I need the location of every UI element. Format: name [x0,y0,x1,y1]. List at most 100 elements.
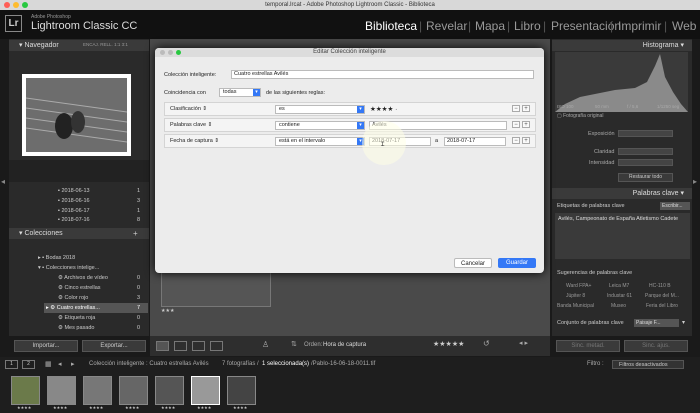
right-panel-toggle-icon[interactable]: ▸ [693,177,699,189]
export-button[interactable]: Exportar... [82,340,146,352]
cancel-button[interactable]: Cancelar [454,258,492,268]
dialog-zoom-button[interactable] [176,50,181,55]
suggested-keyword[interactable]: Museo [611,303,626,309]
quick-dev-buttons[interactable] [618,148,673,155]
collection-bodas[interactable]: ▸ ▪ Bodas 2018 [38,255,75,261]
rule-operator-select[interactable]: es ▾ [275,105,365,114]
close-window-button[interactable] [4,2,10,8]
histogram-header[interactable]: Histograma ▾ [552,40,692,51]
quick-dev-buttons[interactable] [618,130,673,137]
original-photo-checkbox[interactable]: ▢ Fotografía original [557,113,603,119]
suggested-keyword[interactable]: Industar 61 [607,293,632,299]
dialog-close-button[interactable] [160,50,165,55]
nav-arrows-icon[interactable]: ◂ ▸ [519,339,528,347]
page-1-button[interactable]: 1 [5,360,18,369]
source-label[interactable]: Colección inteligente : Cuatro estrellas… [89,361,209,367]
rule-date-end-input[interactable]: 2018-07-17 [444,137,506,146]
rule-field[interactable]: Fecha de captura ⇕ [170,138,219,144]
filmstrip-thumbnail[interactable] [83,376,112,405]
left-panel-toggle-icon[interactable]: ◂ [1,177,7,189]
suggested-keyword[interactable]: Parque del M... [645,293,679,299]
keywording-header[interactable]: Palabras clave ▾ [552,188,692,199]
suggested-keyword[interactable]: Banda Municipal [557,303,594,309]
minimize-window-button[interactable] [13,2,19,8]
module-libro[interactable]: Libro [514,19,541,33]
folder-item[interactable]: ▪ 2018-07-16 [58,217,90,223]
painter-icon[interactable]: ♙ [262,340,269,349]
forward-arrow-icon[interactable]: ▸ [71,360,75,368]
page-2-button[interactable]: 2 [22,360,35,369]
collections-header[interactable]: ▾ Colecciones [9,228,149,239]
suggested-keyword[interactable]: HC-110 B [649,283,671,289]
navigator-header[interactable]: ▾ Navegador [9,40,149,51]
collection-item[interactable]: ⚙ Mes pasado [58,325,94,331]
module-mapa[interactable]: Mapa [475,19,505,33]
filmstrip-thumbnail-selected[interactable] [191,376,220,405]
add-rule-button[interactable]: + [522,121,530,128]
dialog-minimize-button[interactable] [168,50,173,55]
sync-settings-button[interactable]: Sinc. ajus. [624,340,688,352]
grid-view-icon[interactable] [156,341,169,351]
filmstrip-thumbnail[interactable] [155,376,184,405]
reset-all-button[interactable]: Restaurar todo [618,173,673,182]
suggested-keyword[interactable]: Ward FPA+ [566,283,591,289]
filmstrip-thumbnail[interactable] [119,376,148,405]
module-imprimir[interactable]: Imprimir [618,19,661,33]
sort-direction-icon[interactable]: ⇅ [291,340,297,348]
collection-name-input[interactable]: Cuatro estrellas Avilés [231,70,534,79]
rule-operator-select[interactable]: contiene ▾ [275,121,365,130]
rule-operator-select[interactable]: está en el intervalo ▾ [275,137,365,146]
folder-item[interactable]: ▪ 2018-06-13 [58,188,90,194]
compare-view-icon[interactable] [192,341,205,351]
save-button[interactable]: Guardar [498,258,536,268]
remove-rule-button[interactable]: − [512,137,520,144]
folder-item[interactable]: ▪ 2018-06-17 [58,208,90,214]
collection-item[interactable]: ⚙ Color rojo [58,295,88,301]
collection-smart-group[interactable]: ▾ ▪ Colecciones intelige... [38,265,99,271]
collection-item[interactable]: ⚙ Archivos de vídeo [58,275,108,281]
add-rule-button[interactable]: + [522,137,530,144]
focal-value: 50 mm [595,104,609,109]
match-mode-select[interactable]: todas ▾ [219,88,261,97]
rotate-icon[interactable]: ↺ [483,339,490,348]
filter-select[interactable]: Filtros desactivados [612,360,684,369]
zoom-window-button[interactable] [22,2,28,8]
sort-select[interactable]: Hora de captura [323,342,366,348]
back-arrow-icon[interactable]: ◂ [58,360,62,368]
rating-stars[interactable]: ★★★★★ [433,340,464,348]
grid-thumbnail[interactable] [161,271,271,307]
rule-rating-value[interactable]: ★★★★ · [370,105,397,113]
filmstrip-stars: ★★★★ [17,405,32,410]
survey-view-icon[interactable] [210,341,223,351]
remove-rule-button[interactable]: − [512,121,520,128]
quick-dev-buttons[interactable] [618,159,673,166]
filmstrip-thumbnail[interactable] [227,376,256,405]
navigator-preview[interactable] [22,74,131,156]
suggested-keyword[interactable]: Leica M7 [609,283,629,289]
keyword-set-select[interactable]: Paisaje F... [634,319,679,327]
filmstrip-thumbnail[interactable] [11,376,40,405]
loupe-view-icon[interactable] [174,341,187,351]
rule-field[interactable]: Clasificación ⇕ [170,106,207,112]
module-web[interactable]: Web [672,19,696,33]
keyword-mode-select[interactable]: Escribir... [660,202,690,210]
collection-item[interactable]: ⚙ Cinco estrellas [58,285,101,291]
suggested-keyword[interactable]: Feria del Libro [646,303,678,309]
rule-field[interactable]: Palabras clave ⇕ [170,122,212,128]
keyword-set-toggle-icon[interactable]: ▾ [682,319,685,326]
import-button[interactable]: Importar... [14,340,78,352]
module-biblioteca[interactable]: Biblioteca [365,19,417,33]
suggested-keyword[interactable]: Júpiter 8 [566,293,585,299]
add-collection-button[interactable]: + [133,229,138,238]
sync-metadata-button[interactable]: Sinc. metad. [556,340,620,352]
add-rule-button[interactable]: + [522,105,530,112]
collection-item[interactable]: ⚙ Etiqueta roja [58,315,95,321]
folder-item[interactable]: ▪ 2018-06-16 [58,198,90,204]
module-revelar[interactable]: Revelar [426,19,467,33]
remove-rule-button[interactable]: − [512,105,520,112]
navigator-zoom-options[interactable]: ENCAJ. RELL. 1:1 3:1 [83,42,128,47]
filmstrip-thumbnail[interactable] [47,376,76,405]
grid-small-icon[interactable]: ▦ [45,360,52,368]
keyword-tags-field[interactable]: Avilés, Campeonato de España Atletismo C… [555,213,690,259]
collection-item-selected[interactable]: ▸ ⚙ Cuatro estrellas... [46,305,100,311]
